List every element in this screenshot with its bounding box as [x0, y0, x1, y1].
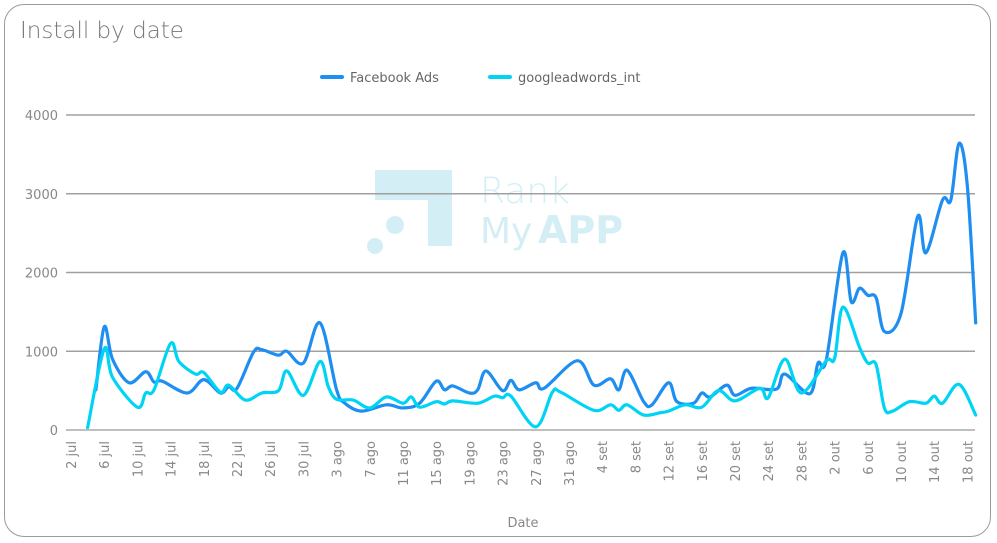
- line-chart: RankMy APP 0 1000 2000 3000 4000 2 jul 6 jul 10 j…: [25, 71, 978, 531]
- y-tick-label: 0: [50, 424, 58, 439]
- x-tick-label: 19 ago: [463, 441, 478, 486]
- x-tick-label: 12 set: [663, 441, 678, 482]
- x-tick-label: 28 set: [795, 441, 810, 482]
- x-tick-label: 16 set: [696, 441, 711, 482]
- x-tick-label: 11 ago: [397, 441, 412, 486]
- y-tick-label: 4000: [25, 109, 58, 124]
- series-line-googleadwords-int: [86, 305, 978, 430]
- x-tick-label: 8 set: [629, 441, 644, 473]
- x-tick-label: 14 out: [928, 441, 943, 483]
- logo-shape: [375, 170, 452, 246]
- x-tick-label: 23 ago: [497, 441, 512, 486]
- watermark-text: APP: [538, 208, 623, 252]
- x-tick-label: 18 jul: [198, 441, 213, 477]
- y-tick-label: 2000: [25, 267, 58, 282]
- x-tick-label: 14 jul: [165, 441, 180, 477]
- logo-dot: [386, 216, 404, 234]
- x-tick-label: 26 jul: [264, 441, 279, 477]
- logo-dot: [367, 238, 383, 254]
- legend-label: googleadwords_int: [518, 71, 640, 86]
- x-tick-label: 6 out: [862, 441, 877, 475]
- x-tick-label: 3 ago: [331, 441, 346, 478]
- x-tick-label: 30 jul: [297, 441, 312, 477]
- x-tick-label: 2 jul: [65, 441, 80, 469]
- x-tick-label: 2 out: [829, 441, 844, 475]
- watermark-text: My: [480, 211, 532, 252]
- watermark-logo: RankMy APP: [367, 170, 623, 254]
- x-tick-label: 10 out: [895, 441, 910, 483]
- x-tick-label: 22 jul: [231, 441, 246, 477]
- x-tick-label: 27 ago: [530, 441, 545, 486]
- x-tick-label: 24 set: [762, 441, 777, 482]
- x-tick-label: 7 ago: [364, 441, 379, 478]
- x-tick-label: 18 out: [961, 441, 976, 483]
- x-tick-label: 15 ago: [430, 441, 445, 486]
- x-axis-label: Date: [507, 516, 538, 531]
- y-tick-label: 3000: [25, 188, 58, 203]
- x-tick-label: 4 set: [596, 441, 611, 473]
- x-tick-label: 6 jul: [98, 441, 113, 469]
- y-tick-label: 1000: [25, 345, 58, 360]
- x-tick-label: 20 set: [729, 441, 744, 482]
- x-tick-label: 31 ago: [563, 441, 578, 486]
- legend-label: Facebook Ads: [350, 71, 439, 86]
- watermark-text: Rank: [480, 171, 570, 212]
- x-tick-label: 10 jul: [131, 441, 146, 477]
